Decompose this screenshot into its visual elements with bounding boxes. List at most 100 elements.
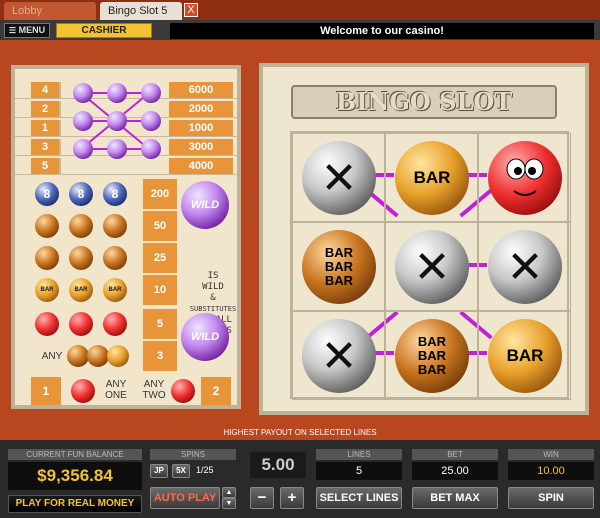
5x-toggle[interactable]: 5X (172, 464, 190, 478)
tab-lobby[interactable]: Lobby (4, 2, 96, 20)
paytable-panel: 4 6000 2 2000 1 1000 3 3000 5 4000 8 8 8… (11, 65, 241, 409)
close-tab-icon[interactable]: X (184, 3, 198, 17)
x-ball-icon: ✕ (488, 230, 562, 304)
spin-button[interactable]: SPIN (508, 487, 594, 509)
menu-button[interactable]: ☰ MENU (4, 23, 50, 38)
spins-count: 1/25 (196, 465, 214, 475)
payline-number: 5 (31, 158, 61, 174)
wild-ball-icon (141, 83, 161, 103)
bar-ball-icon: BAR (103, 278, 127, 302)
cashier-button[interactable]: CASHIER (56, 23, 152, 38)
smiley-ball-icon (171, 379, 195, 403)
triple-bar-ball-icon: BAR BAR BAR (395, 319, 469, 393)
bar-ball-icon: BAR (488, 319, 562, 393)
highest-payout-note: HIGHEST PAYOUT ON SELECTED LINES (223, 428, 377, 437)
game-title: BINGO SLOT (335, 87, 513, 116)
play-for-real-money-button[interactable]: PLAY FOR REAL MONEY (8, 495, 142, 513)
payout-value: 50 (143, 211, 177, 241)
wild-ball-icon (107, 139, 127, 159)
reel-grid: ✕ BAR BAR BAR BAR ✕ ✕ ✕ BAR BAR BAR BAR (290, 131, 571, 400)
tab-bar: Lobby Bingo Slot 5 ... X (0, 0, 600, 35)
double-bar-ball-icon (103, 246, 127, 270)
bar-ball-icon: BAR (69, 278, 93, 302)
smiley-ball-icon (103, 312, 127, 336)
triple-bar-ball-icon (67, 345, 89, 367)
triple-bar-ball-icon (103, 214, 127, 238)
win-value: 10.00 (508, 462, 594, 480)
blue-ball-icon: 8 (103, 182, 127, 206)
double-bar-ball-icon (69, 246, 93, 270)
bar-ball-icon: BAR (395, 141, 469, 215)
coin-value: 5.00 (250, 452, 306, 478)
tab-bingo-slot[interactable]: Bingo Slot 5 ... (100, 2, 182, 35)
wild-ball-icon (141, 111, 161, 131)
payline-payout: 2000 (169, 101, 233, 117)
payline-number: 1 (31, 120, 61, 136)
bet-max-button[interactable]: BET MAX (412, 487, 498, 509)
payline-payout: 3000 (169, 139, 233, 155)
spins-down-icon[interactable]: ▼ (222, 498, 236, 509)
smiley-ball-icon (35, 312, 59, 336)
wild-ball-icon: WILD (181, 181, 229, 229)
reel-cell: ✕ (385, 222, 478, 311)
smiley-face-icon (506, 158, 544, 196)
payout-value: 10 (143, 275, 177, 305)
spins-up-icon[interactable]: ▲ (222, 487, 236, 498)
triple-bar-ball-icon (69, 214, 93, 238)
bar-ball-icon: BAR (35, 278, 59, 302)
x-ball-icon: ✕ (302, 141, 376, 215)
coin-increase-button[interactable]: + (280, 487, 304, 509)
lines-value: 5 (316, 462, 402, 480)
payout-value: 3 (143, 341, 177, 371)
reel-cell (478, 133, 571, 222)
x-ball-icon: ✕ (395, 230, 469, 304)
any-one-payout: 1 (31, 377, 61, 405)
wild-ball-icon (73, 83, 93, 103)
wild-ball-icon (107, 111, 127, 131)
game-title-plate: BINGO SLOT (291, 85, 557, 119)
double-bar-ball-icon (35, 246, 59, 270)
double-bar-ball-icon (87, 345, 109, 367)
control-bar: CURRENT FUN BALANCE $9,356.84 PLAY FOR R… (0, 440, 600, 518)
reel-cell: BAR BAR BAR (292, 222, 385, 311)
payout-value: 5 (143, 309, 177, 339)
spins-label: SPINS (150, 449, 236, 460)
wild-ball-icon: WILD (181, 313, 229, 361)
triple-bar-ball-icon: BAR BAR BAR (302, 230, 376, 304)
blue-ball-icon: 8 (69, 182, 93, 206)
reel-cell: ✕ (292, 311, 385, 400)
any-one-label: ANY ONE (105, 379, 127, 401)
reels-panel: BINGO SLOT ✕ BAR BAR BAR BAR ✕ ✕ ✕ BAR B… (259, 63, 589, 415)
lines-label: LINES (316, 449, 402, 460)
wild-ball-icon (107, 83, 127, 103)
coin-decrease-button[interactable]: − (250, 487, 274, 509)
menu-bar: ☰ MENU CASHIER Welcome to our casino! (0, 20, 600, 42)
reel-cell: ✕ (478, 222, 571, 311)
select-lines-button[interactable]: SELECT LINES (316, 487, 402, 509)
payout-value: 25 (143, 243, 177, 273)
smiley-ball-icon (71, 379, 95, 403)
welcome-banner: Welcome to our casino! (170, 23, 594, 39)
reel-cell: BAR BAR BAR (385, 311, 478, 400)
wild-text-line: WILD (202, 282, 224, 292)
reel-cell: BAR (478, 311, 571, 400)
auto-play-button[interactable]: AUTO PLAY (150, 487, 220, 509)
triple-bar-ball-icon (35, 214, 59, 238)
payline-number: 4 (31, 82, 61, 98)
smiley-ball-icon (69, 312, 93, 336)
bet-label: BET (412, 449, 498, 460)
jp-toggle[interactable]: JP (150, 464, 168, 478)
payline-payout: 4000 (169, 158, 233, 174)
reel-cell: ✕ (292, 133, 385, 222)
any-label: ANY (41, 351, 63, 362)
menu-label: MENU (18, 25, 46, 35)
payline-number: 3 (31, 139, 61, 155)
wild-ball-icon (73, 139, 93, 159)
payline-number: 2 (31, 101, 61, 117)
any-two-label: ANY TWO (142, 379, 166, 401)
x-ball-icon: ✕ (302, 319, 376, 393)
payline-payout: 6000 (169, 82, 233, 98)
balance-label: CURRENT FUN BALANCE (8, 449, 142, 460)
any-two-payout: 2 (201, 377, 231, 405)
blue-ball-icon: 8 (35, 182, 59, 206)
